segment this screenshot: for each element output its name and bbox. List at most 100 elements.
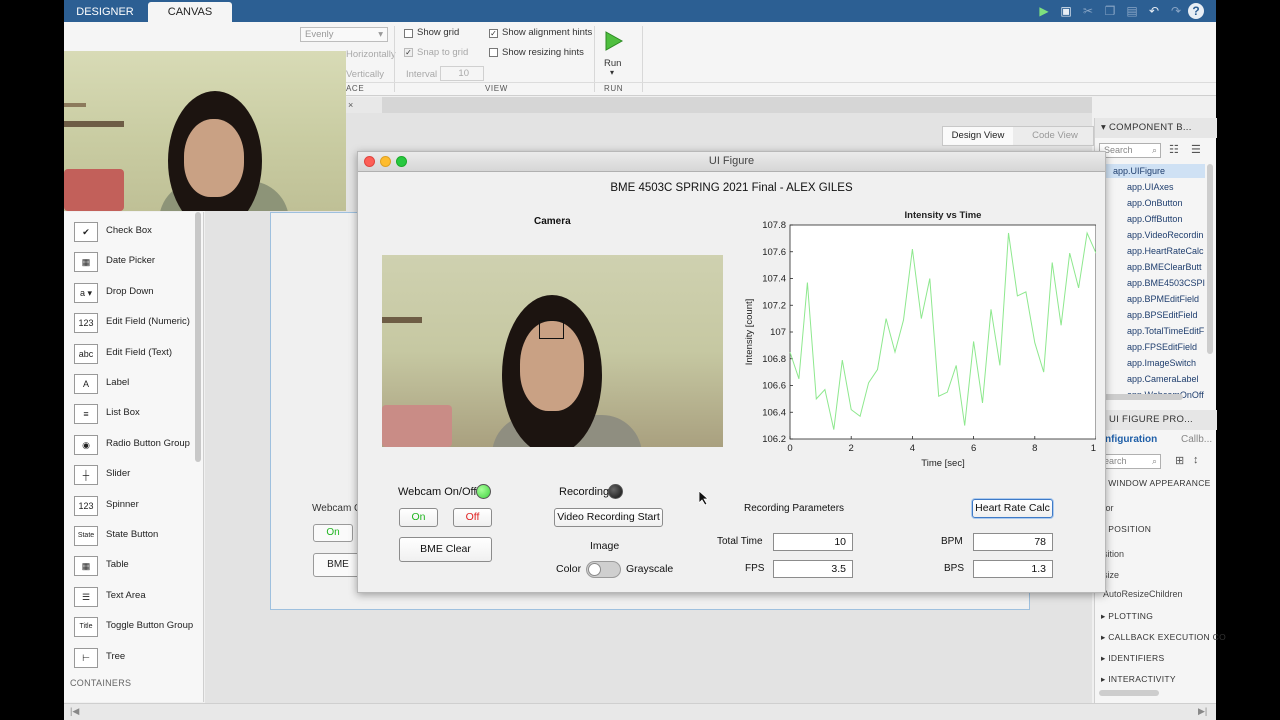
bpm-field[interactable]: 78 xyxy=(973,533,1053,551)
library-item[interactable]: ▦ Date Picker xyxy=(72,250,202,274)
plot-area xyxy=(789,224,1096,440)
library-item[interactable]: ┼ Slider xyxy=(72,463,202,487)
dropdown-icon: a ▾ xyxy=(74,282,98,303)
save-icon[interactable]: ▣ xyxy=(1058,3,1074,19)
library-item[interactable]: abc Edit Field (Text) xyxy=(72,342,202,366)
tree-node[interactable]: app.OnButton xyxy=(1127,198,1183,208)
copy-icon[interactable]: ❐ xyxy=(1102,3,1118,19)
shelf xyxy=(64,121,124,127)
property-section-label: PLOTTING xyxy=(1108,611,1154,621)
scroll-left-icon[interactable]: |◀ xyxy=(70,706,79,717)
property-search-input[interactable]: earch ⌕ xyxy=(1099,454,1161,469)
grid-view-icon[interactable]: ⊞ xyxy=(1175,454,1184,467)
tab-designer[interactable]: DESIGNER xyxy=(64,2,146,22)
bps-field[interactable]: 1.3 xyxy=(973,560,1053,578)
tree-expand-icon[interactable]: ☷ xyxy=(1169,143,1179,156)
scrollbar[interactable] xyxy=(1207,164,1213,354)
sort-icon[interactable]: ↕ xyxy=(1193,454,1199,466)
library-item[interactable]: Title Toggle Button Group xyxy=(72,615,202,639)
redo-icon[interactable]: ↷ xyxy=(1168,3,1184,19)
image-switch[interactable] xyxy=(586,561,621,578)
tree-node[interactable]: app.FPSEditField xyxy=(1127,342,1197,352)
property-section[interactable]: ▸ PLOTTING xyxy=(1101,611,1153,622)
library-item[interactable]: ≡ List Box xyxy=(72,402,202,426)
property-section[interactable]: ▸ IDENTIFIERS xyxy=(1101,653,1164,664)
tree-node[interactable]: app.CameraLabel xyxy=(1127,374,1199,384)
interval-spinner[interactable]: 10 xyxy=(440,66,484,81)
tree-node[interactable]: app.HeartRateCalc xyxy=(1127,246,1204,256)
help-icon[interactable]: ? xyxy=(1188,3,1204,19)
scroll-right-icon[interactable]: ▶| xyxy=(1198,706,1207,717)
cut-icon[interactable]: ✂ xyxy=(1080,3,1096,19)
library-item[interactable]: 123 Edit Field (Numeric) xyxy=(72,311,202,335)
property-section-label: POSITION xyxy=(1108,524,1152,534)
tree-collapse-icon[interactable]: ☰ xyxy=(1191,143,1201,156)
alignment-hints-checkbox[interactable]: ✓ xyxy=(489,29,498,38)
design-bme-button[interactable]: BME xyxy=(313,553,363,577)
library-item-label: Date Picker xyxy=(106,255,156,267)
interval-label: Interval xyxy=(406,69,438,80)
video-recording-button[interactable]: Video Recording Start xyxy=(554,508,663,527)
heart-rate-calc-button[interactable]: Heart Rate Calc xyxy=(972,499,1053,518)
distribute-horizontally[interactable]: Horizontally xyxy=(346,49,396,60)
x-tick-label: 4 xyxy=(910,443,915,454)
design-webcam-label[interactable]: Webcam C xyxy=(312,503,361,514)
paste-icon[interactable]: ▤ xyxy=(1124,3,1140,19)
property-section[interactable]: ▸ CALLBACK EXECUTION CO xyxy=(1101,632,1226,643)
distribute-vertically[interactable]: Vertically xyxy=(346,69,384,80)
distribute-dropdown[interactable]: Evenly ▾ xyxy=(300,27,388,42)
snap-to-grid-checkbox[interactable]: ✓ xyxy=(404,48,413,57)
library-item[interactable]: 123 Spinner xyxy=(72,494,202,518)
library-item[interactable]: ▦ Table xyxy=(72,554,202,578)
design-view-button[interactable]: Design View xyxy=(943,127,1013,145)
switch-grayscale-label: Grayscale xyxy=(626,563,674,575)
tree-node[interactable]: app.UIFigure xyxy=(1113,166,1165,176)
property-section[interactable]: ▾ POSITION xyxy=(1101,524,1151,535)
state-button-icon: State xyxy=(74,526,98,546)
library-item[interactable]: ✔ Check Box xyxy=(72,220,202,244)
undo-icon[interactable]: ↶ xyxy=(1146,3,1162,19)
total-time-field[interactable]: 10 xyxy=(773,533,853,551)
property-section[interactable]: ▾ WINDOW APPEARANCE xyxy=(1101,478,1211,489)
tree-node[interactable]: app.BMEClearButt xyxy=(1127,262,1202,272)
scrollbar[interactable] xyxy=(1099,690,1159,696)
library-item[interactable]: State State Button xyxy=(72,524,202,548)
tab-canvas[interactable]: CANVAS xyxy=(148,2,232,22)
design-on-button[interactable]: On xyxy=(313,524,353,542)
on-button[interactable]: On xyxy=(399,508,438,527)
tree-node[interactable]: app.BPMEditField xyxy=(1127,294,1199,304)
resizing-hints-checkbox[interactable] xyxy=(489,48,498,57)
person-face xyxy=(184,119,244,197)
tab-configuration[interactable]: nfiguration xyxy=(1105,434,1157,445)
tree-node[interactable]: app.VideoRecordin xyxy=(1127,230,1203,240)
status-bar: |◀ ▶| xyxy=(64,703,1216,720)
fps-field[interactable]: 3.5 xyxy=(773,560,853,578)
tree-node[interactable]: app.UIAxes xyxy=(1127,182,1174,192)
show-grid-checkbox[interactable] xyxy=(404,29,413,38)
off-button[interactable]: Off xyxy=(453,508,492,527)
tree-node[interactable]: app.BPSEditField xyxy=(1127,310,1198,320)
tree-node[interactable]: app.TotalTimeEditF xyxy=(1127,326,1204,336)
property-section[interactable]: ▸ INTERACTIVITY xyxy=(1101,674,1176,685)
bme-clear-button[interactable]: BME Clear xyxy=(399,537,492,562)
tree-node[interactable]: app.BME4503CSPI xyxy=(1127,278,1205,288)
y-tick-label: 106.2 xyxy=(762,434,786,445)
run-icon[interactable]: ▶ xyxy=(1036,3,1052,19)
library-item[interactable]: a ▾ Drop Down xyxy=(72,281,202,305)
text-area-icon: ☰ xyxy=(74,586,98,607)
component-browser-header: ▾ COMPONENT B... xyxy=(1095,118,1217,138)
library-item[interactable]: A Label xyxy=(72,372,202,396)
library-item[interactable]: ◉ Radio Button Group xyxy=(72,433,202,457)
tab-callbacks[interactable]: Callb... xyxy=(1181,434,1212,445)
tree-node[interactable]: app.OffButton xyxy=(1127,214,1182,224)
close-icon[interactable]: × xyxy=(348,100,353,110)
tree-node[interactable]: app.ImageSwitch xyxy=(1127,358,1196,368)
run-button[interactable] xyxy=(602,30,624,52)
run-menu-arrow[interactable]: ▾ xyxy=(610,68,614,77)
library-item[interactable]: ⊢ Tree xyxy=(72,646,202,670)
library-item[interactable]: ☰ Text Area xyxy=(72,585,202,609)
component-search-input[interactable]: Search ⌕ xyxy=(1099,143,1161,158)
code-view-button[interactable]: Code View xyxy=(1017,127,1093,145)
checkbox-icon: ✔ xyxy=(74,222,98,242)
scrollbar[interactable] xyxy=(1103,394,1183,400)
